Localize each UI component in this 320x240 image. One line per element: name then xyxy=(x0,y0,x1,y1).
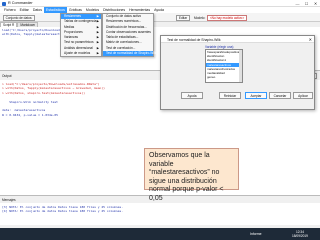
clock: 12:34 18/09/2019 xyxy=(292,230,308,238)
stats-menu-item-label: Ajuste de modelos xyxy=(64,51,91,56)
title-bar: R Commander — ☐ ✕ xyxy=(0,0,320,7)
close-button[interactable]: ✕ xyxy=(311,0,320,7)
messages-pane[interactable]: [3] NOTA: El conjunto de datos Datos tie… xyxy=(0,203,320,225)
output-line: W = 0.9434, p-value = 1.034e-05 xyxy=(2,112,58,117)
ok-button[interactable]: Aceptar xyxy=(245,92,267,99)
stats-menu-item-label: Resúmenes xyxy=(64,14,82,18)
stats-menu-item-label: Tablas de contingencia xyxy=(64,19,97,24)
message-line: [4] NOTA: El conjunto de datos Datos tie… xyxy=(2,209,124,214)
summaries-menu-item-label: Tabla de estadísticas... xyxy=(106,35,139,40)
chevron-right-icon: ▶ xyxy=(96,51,99,56)
cancel-button[interactable]: Cancelar xyxy=(269,92,291,99)
listbox-scrollbar[interactable] xyxy=(239,50,242,82)
summaries-submenu: Conjunto de datos activo Resúmenes numéri… xyxy=(102,13,159,58)
maximize-button[interactable]: ☐ xyxy=(302,0,311,7)
taskbar: Informe 12:34 18/09/2019 xyxy=(0,228,320,240)
messages-label: Mensajes xyxy=(2,198,16,202)
dialog-title-bar: Test de normalidad de Shapiro-Wilk ✕ xyxy=(161,36,314,43)
stats-menu-item-label: Medias xyxy=(64,24,75,29)
tray-label[interactable]: Informe xyxy=(250,232,262,236)
stats-menu-item-label: Test no paramétricos xyxy=(64,40,94,45)
edit-dataset-button[interactable]: Editar xyxy=(176,14,190,21)
stats-menu-item-label: Varianzas xyxy=(64,35,78,40)
stats-menu-item-label: Proporciones xyxy=(64,29,83,34)
annotation-note: Observamos que la variable “malestaresac… xyxy=(144,148,239,202)
stats-menu-item[interactable]: Ajuste de modelos ▶ xyxy=(61,51,101,56)
clock-date: 18/09/2019 xyxy=(292,233,308,238)
model-label: Modelo: xyxy=(194,15,206,20)
summaries-menu-item-label: Conjunto de datos activo xyxy=(106,14,142,18)
summaries-menu-item-label: Distribución de frecuencias... xyxy=(106,24,147,29)
dialog-title: Test de normalidad de Shapiro-Wilk xyxy=(167,37,221,42)
summaries-menu-item-label: Test de normalidad de Shapiro-Wilk... xyxy=(106,51,159,56)
shapiro-wilk-dialog: Test de normalidad de Shapiro-Wilk ✕ Var… xyxy=(160,35,315,110)
summaries-menu-item-label: Test de correlación... xyxy=(106,45,136,50)
app-icon xyxy=(2,1,6,6)
window-title: R Commander xyxy=(8,1,33,6)
toolbar: Conjunto de datos: Editar Modelo: <No ha… xyxy=(0,13,320,22)
summaries-menu-item-label: Resúmenes numéricos... xyxy=(106,19,142,24)
minimize-button[interactable]: — xyxy=(293,0,302,7)
summaries-menu-item-label: Matriz de correlaciones... xyxy=(106,40,142,45)
dataset-button[interactable]: Conjunto de datos: xyxy=(3,14,35,21)
summaries-menu-item[interactable]: Test de normalidad de Shapiro-Wilk... xyxy=(103,51,159,57)
model-status[interactable]: <No hay modelo activo> xyxy=(207,14,247,21)
dialog-close-icon[interactable]: ✕ xyxy=(309,37,312,42)
variable-listbox[interactable]: frasesparaficadepositivas identificacion i… xyxy=(205,49,243,83)
variable-option[interactable]: geneo xyxy=(206,75,242,79)
output-label: Output xyxy=(2,74,12,78)
stats-menu-item-label: Análisis dimensional xyxy=(64,45,93,50)
apply-button[interactable]: Aplicar xyxy=(293,92,313,99)
summaries-menu-item-label: Contar observaciones ausentes xyxy=(106,29,151,34)
reset-button[interactable]: Reiniciar xyxy=(219,92,241,99)
stats-menu: Resúmenes ▶ Tablas de contingencia ▶ Medias ▶… xyxy=(60,13,102,58)
help-button[interactable]: Ayuda xyxy=(181,92,203,99)
